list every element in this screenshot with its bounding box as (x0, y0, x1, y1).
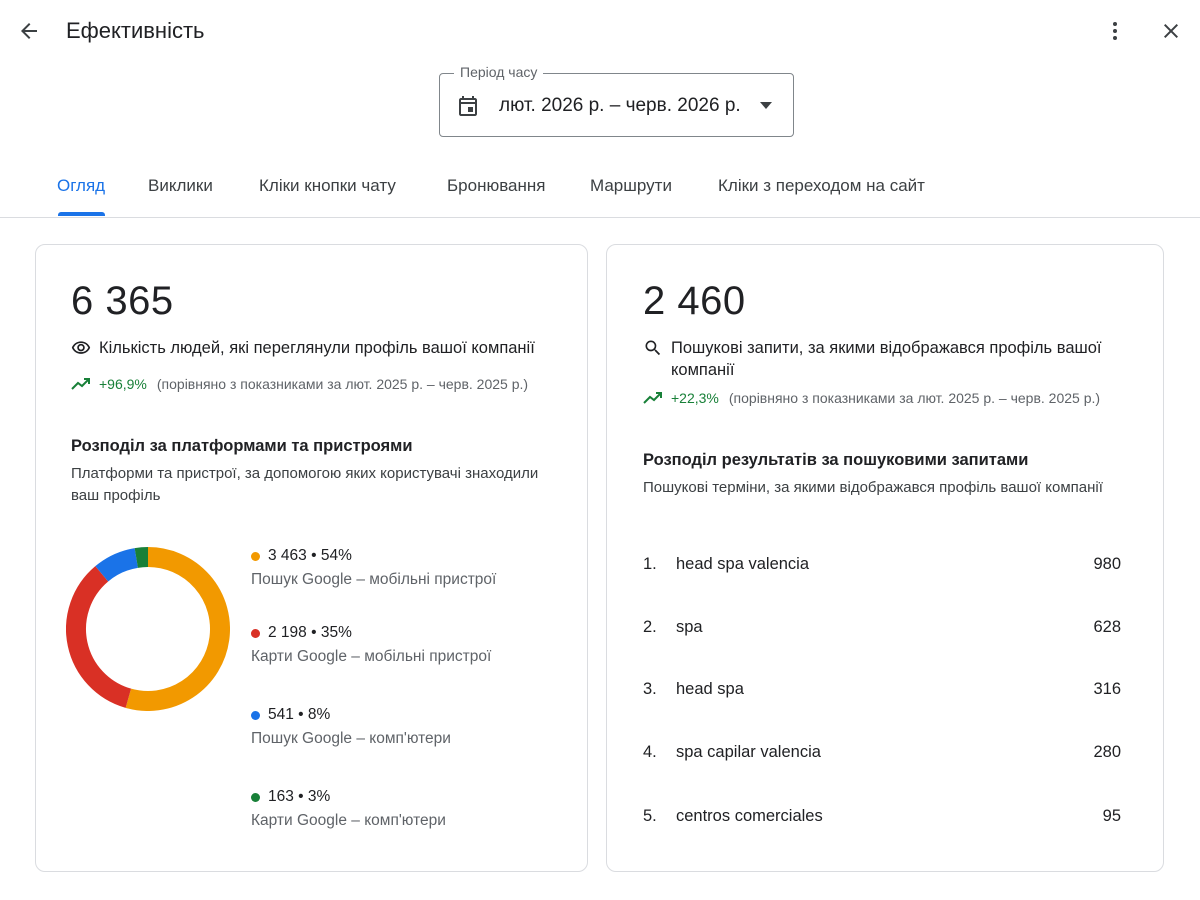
eye-icon (71, 341, 91, 354)
donut-segment (66, 566, 132, 708)
trend-note: (порівняно з показниками за лют. 2025 р.… (156, 376, 529, 392)
legend-dot (251, 710, 260, 720)
legend-percent: 54% (320, 547, 352, 564)
query-count: 980 (1093, 555, 1121, 573)
donut-segment (134, 547, 149, 568)
tab-chat-clicks[interactable]: Кліки кнопки чату (259, 176, 396, 196)
dropdown-arrow-icon (760, 102, 772, 109)
search-queries-card: 2 460 Пошукові запити, за якими відображ… (606, 244, 1164, 872)
profile-views-trend: +96,9% (порівняно з показниками за лют. … (71, 376, 528, 392)
legend-label: Карти Google – мобільні пристрої (251, 648, 492, 665)
back-button[interactable] (14, 16, 44, 46)
tab-website-clicks[interactable]: Кліки з переходом на сайт (718, 176, 925, 196)
legend-value: 3 463 (268, 547, 307, 564)
legend-separator: • (293, 788, 308, 805)
trend-value: +22,3% (671, 390, 719, 406)
query-rank: 3. (643, 680, 657, 698)
breakdown-subtitle: Платформи та пристрої, за допомогою яких… (71, 465, 539, 504)
search-queries-value: 2 460 (643, 279, 746, 323)
query-count: 95 (1102, 807, 1121, 825)
queries-title: Розподіл результатів за пошуковими запит… (643, 451, 1029, 469)
legend-percent: 3% (307, 788, 331, 805)
profile-views-value: 6 365 (71, 279, 174, 323)
legend-value: 2 198 (268, 624, 307, 641)
legend-dot (251, 551, 260, 561)
donut-segment (125, 547, 230, 711)
legend-percent: 35% (320, 624, 352, 641)
active-tab-indicator (58, 212, 105, 216)
query-rank: 1. (643, 555, 657, 573)
profile-views-metric: Кількість людей, які переглянули профіль… (71, 337, 561, 359)
legend-item: 2 198 • 35% Карти Google – мобільні прис… (251, 624, 491, 666)
metric-label: Кількість людей, які переглянули профіль… (99, 339, 535, 357)
search-icon (645, 340, 661, 356)
trend-value: +96,9% (99, 376, 147, 392)
legend-separator: • (293, 706, 308, 723)
tab-bar: Огляд Виклики Кліки кнопки чату Бронюван… (0, 160, 1200, 218)
close-icon (1164, 24, 1178, 38)
arrow-back-icon (21, 23, 37, 39)
profile-views-card: 6 365 Кількість людей, які переглянули п… (35, 244, 588, 872)
query-term: head spa valencia (676, 555, 810, 573)
query-rank: 2. (643, 618, 657, 636)
query-term: spa capilar valencia (676, 743, 821, 761)
trend-note: (порівняно з показниками за лют. 2025 р.… (728, 390, 1101, 406)
query-count: 316 (1093, 680, 1121, 698)
query-rank: 4. (643, 743, 657, 761)
top-bar: Ефективність (0, 0, 1200, 64)
query-rank: 5. (643, 807, 657, 825)
trending-up-icon (71, 378, 90, 390)
legend-label: Пошук Google – комп'ютери (251, 730, 451, 747)
metric-label: Пошукові запити, за якими відображався п… (671, 339, 1102, 379)
legend-separator: • (306, 547, 321, 564)
period-selector[interactable]: Період часу лют. 2026 р. – черв. 2026 р. (439, 64, 794, 137)
trending-up-icon (643, 392, 662, 404)
query-term: centros comerciales (676, 807, 823, 825)
legend-label: Пошук Google – мобільні пристрої (251, 571, 497, 588)
queries-subtitle: Пошукові терміни, за якими відображався … (643, 479, 1103, 496)
period-label: Період часу (454, 64, 544, 80)
more-options-button[interactable] (1100, 16, 1130, 46)
close-button[interactable] (1156, 16, 1186, 46)
query-term: head spa (676, 680, 744, 698)
legend-item: 163 • 3% Карти Google – комп'ютери (251, 788, 446, 830)
legend-label: Карти Google – комп'ютери (251, 812, 446, 829)
legend-percent: 8% (307, 706, 331, 723)
more-vert-icon (1113, 22, 1117, 40)
legend-value: 541 (268, 706, 294, 723)
search-queries-trend: +22,3% (порівняно з показниками за лют. … (643, 390, 1100, 406)
breakdown-title: Розподіл за платформами та пристроями (71, 437, 413, 455)
query-term: spa (676, 618, 703, 636)
legend-separator: • (306, 624, 321, 641)
tab-overview[interactable]: Огляд (57, 176, 105, 196)
period-value: лют. 2026 р. – черв. 2026 р. (499, 95, 741, 116)
donut-segment (95, 548, 139, 582)
tab-calls[interactable]: Виклики (148, 176, 213, 196)
legend-value: 163 (268, 788, 294, 805)
query-count: 628 (1093, 618, 1121, 636)
platform-donut-chart (66, 547, 230, 711)
calendar-icon (459, 96, 477, 116)
tab-bookings[interactable]: Бронювання (447, 176, 545, 196)
legend-item: 541 • 8% Пошук Google – комп'ютери (251, 706, 451, 748)
query-count: 280 (1093, 743, 1121, 761)
legend-dot (251, 628, 260, 638)
legend-dot (251, 792, 260, 802)
search-queries-metric: Пошукові запити, за якими відображався п… (643, 337, 1123, 381)
tab-directions[interactable]: Маршрути (590, 176, 672, 196)
legend-item: 3 463 • 54% Пошук Google – мобільні прис… (251, 547, 496, 589)
page-title: Ефективність (66, 18, 205, 43)
